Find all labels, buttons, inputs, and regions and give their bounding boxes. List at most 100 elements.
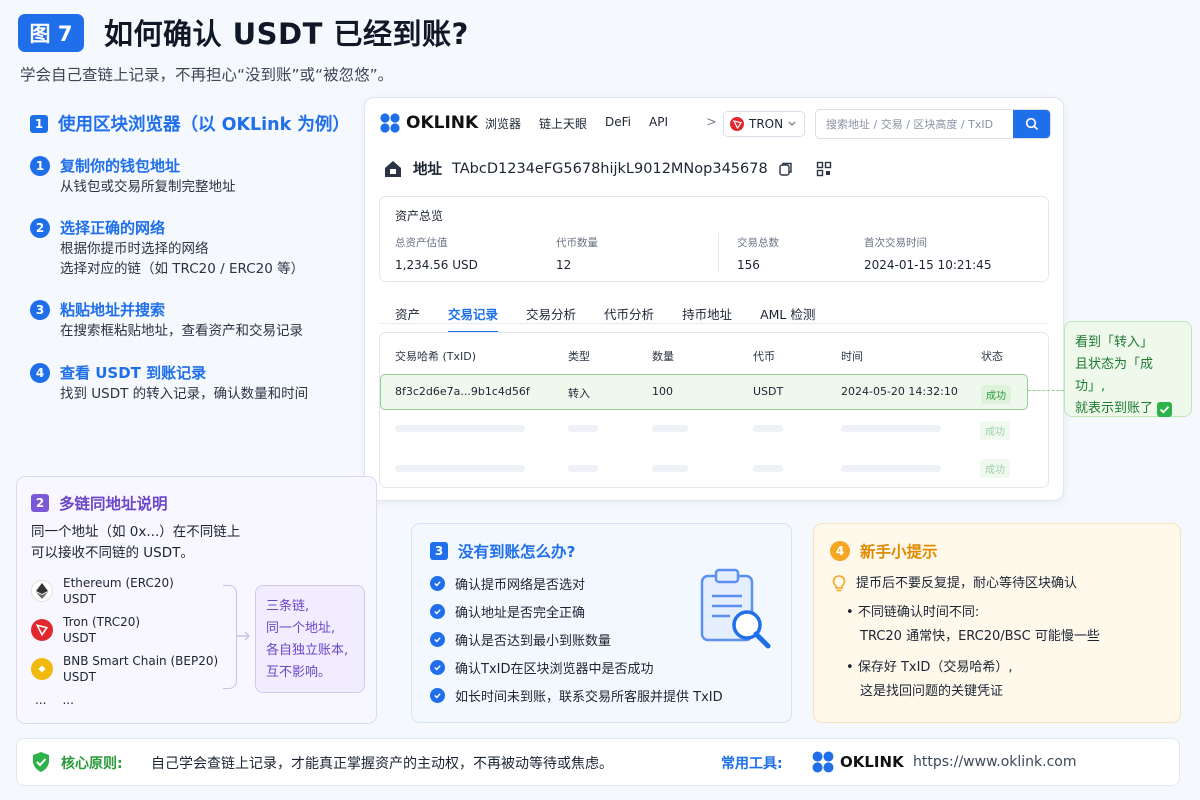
section3-number: 3 [430, 542, 448, 560]
oklink-logo-text: OKLINK [840, 753, 904, 771]
list-item: 确认提币网络是否选对 [430, 569, 723, 597]
row-txid[interactable]: 8f3c2d6e7a...9b1c4d56f [395, 385, 530, 398]
step-4: 4 查看 USDT 到账记录 找到 USDT 的转入记录，确认数量和时间 [30, 362, 308, 404]
asset-value: 156 [737, 258, 760, 272]
check-circle-icon [430, 659, 445, 675]
section2-desc: 同一个地址（如 0x...）在不同链上 可以接收不同链的 USDT。 [31, 522, 240, 564]
qr-code-icon[interactable] [816, 161, 832, 177]
address-row: 地址 TAbcD1234eFG5678hijkL9012MNop345678 [383, 158, 832, 179]
chevron-right-icon: > [706, 115, 717, 130]
tab-token-analysis[interactable]: 代币分析 [604, 304, 654, 323]
list-item-text: 确认提币网络是否选对 [455, 577, 586, 593]
asset-overview: 资产总览 总资产估值 1,234.56 USD 代币数量 12 交易总数 156… [379, 196, 1049, 282]
ellipsis: ... [35, 693, 47, 707]
step-2: 2 选择正确的网络 根据你提币时选择的网络 选择对应的链（如 TRC20 / E… [30, 217, 304, 279]
desc-line: 同一个地址（如 0x...）在不同链上 [31, 524, 241, 540]
section2-number: 2 [31, 494, 49, 512]
row-time: 2024-05-20 14:32:10 [841, 385, 958, 398]
asset-item: 总资产估值 1,234.56 USD [395, 235, 478, 272]
asset-item: 代币数量 12 [556, 235, 598, 272]
callout-line-last: 就表示到账了 [1075, 398, 1181, 420]
tools-label: 常用工具: [721, 756, 783, 772]
ethereum-icon [31, 580, 53, 602]
check-circle-icon [430, 603, 445, 619]
section3-title-text: 没有到账怎么办? [458, 543, 576, 561]
callout-line: 且状态为「成功」, [1075, 357, 1154, 394]
search-placeholder: 搜索地址 / 交易 / 区块高度 / TxID [826, 118, 994, 131]
tip-text: 提币后不要反复提，耐心等待区块确认 [856, 576, 1078, 591]
nav-item-api[interactable]: API [649, 115, 668, 132]
section4-title: 4 新手小提示 [830, 540, 938, 562]
step-number: 1 [30, 156, 50, 176]
oklink-url[interactable]: https://www.oklink.com [913, 754, 1076, 770]
tab-assets[interactable]: 资产 [395, 304, 420, 323]
callout-connector [1028, 390, 1064, 391]
column-header: 时间 [841, 350, 863, 363]
tab-transactions[interactable]: 交易记录 [448, 304, 499, 333]
tab-holders[interactable]: 持币地址 [682, 304, 732, 323]
document-search-icon [700, 568, 771, 649]
chain-name: Tron (TRC20) [63, 615, 141, 629]
status-badge-faded: 成功 [980, 459, 1010, 478]
tab-tx-analysis[interactable]: 交易分析 [526, 304, 576, 323]
copy-icon[interactable] [778, 161, 794, 177]
search-button[interactable] [1013, 110, 1050, 138]
address-label: 地址 [413, 162, 442, 178]
list-item-text: 如长时间未到账，联系交易所客服并提供 TxID [455, 689, 723, 705]
placeholder-bar [753, 425, 783, 432]
placeholder-bar [395, 465, 525, 472]
principle-text: 自己学会查链上记录，才能真正掌握资产的主动权，不再被动等待或焦虑。 [151, 756, 613, 772]
table-row-highlighted[interactable]: 8f3c2d6e7a...9b1c4d56f 转入 100 USDT 2024-… [380, 374, 1028, 410]
column-header: 状态 [981, 350, 1003, 363]
bullet-line: • 保存好 TxID（交易哈希）, [846, 660, 1013, 675]
success-callout: 看到「转入」 且状态为「成功」, 就表示到账了 [1064, 321, 1192, 417]
list-item-text: 确认地址是否完全正确 [455, 605, 586, 621]
block-explorer-window: OKLINK 浏览器 链上天眼 DeFi API > TRON 搜索地址 / 交… [364, 97, 1064, 501]
placeholder-bar [395, 425, 525, 432]
nav-item-explorer[interactable]: 浏览器 [485, 115, 521, 132]
search-input[interactable]: 搜索地址 / 交易 / 区块高度 / TxID [815, 109, 1051, 139]
section2-title: 2 多链同地址说明 [31, 492, 168, 514]
chain-item-ethereum: Ethereum (ERC20) USDT [31, 575, 174, 607]
step-desc: 根据你提币时选择的网络 [60, 241, 209, 257]
check-circle-icon [430, 631, 445, 647]
asset-overview-title: 资产总览 [395, 209, 444, 223]
bullet-line: TRC20 通常快，ERC20/BSC 可能慢一些 [860, 629, 1100, 644]
figure-badge: 图 7 [18, 14, 84, 52]
row-amount: 100 [652, 385, 673, 398]
nav-item-onchain[interactable]: 链上天眼 [539, 115, 587, 132]
bnb-icon [31, 658, 53, 680]
chain-more: ... ... [35, 693, 74, 707]
nav-item-defi[interactable]: DeFi [605, 115, 631, 132]
multichain-card: 2 多链同地址说明 同一个地址（如 0x...）在不同链上 可以接收不同链的 U… [16, 476, 377, 724]
section1-number: 1 [30, 114, 48, 133]
wallet-home-icon [385, 160, 401, 177]
step-number: 2 [30, 218, 50, 238]
chain-bracket [223, 585, 237, 689]
placeholder-bar [568, 465, 598, 472]
column-header: 代币 [753, 350, 775, 363]
tip-row: 提币后不要反复提，耐心等待区块确认 [832, 573, 1077, 595]
row-token: USDT [753, 385, 784, 398]
placeholder-bar [568, 425, 598, 432]
page-title: 如何确认 USDT 已经到账? [104, 17, 469, 51]
column-header: 类型 [568, 350, 590, 363]
chain-token: USDT [63, 670, 96, 684]
tab-aml[interactable]: AML 检测 [760, 304, 815, 323]
tip-bullet: • 保存好 TxID（交易哈希）, 这是找回问题的关键凭证 [846, 657, 1013, 703]
list-item-text: 确认TxID在区块浏览器中是否成功 [455, 661, 654, 677]
oklink-logo-icon [812, 751, 834, 773]
network-select[interactable]: TRON [723, 111, 805, 137]
note-line: 同一个地址, [266, 621, 336, 636]
independent-ledger-note: 三条链, 同一个地址, 各自独立账本, 互不影响。 [255, 585, 365, 693]
check-circle-icon [430, 575, 445, 591]
tab-divider [379, 323, 1049, 324]
ellipsis: ... [62, 693, 74, 707]
step-1: 1 复制你的钱包地址 从钱包或交易所复制完整地址 [30, 155, 236, 197]
network-name: TRON [749, 117, 784, 131]
section2-title-text: 多链同地址说明 [59, 495, 168, 513]
section1-title: 1 使用区块浏览器（以 OKLink 为例） [30, 111, 350, 136]
column-header: 交易哈希 (TxID) [395, 350, 477, 363]
divider [718, 233, 719, 273]
status-badge-faded: 成功 [980, 421, 1010, 440]
